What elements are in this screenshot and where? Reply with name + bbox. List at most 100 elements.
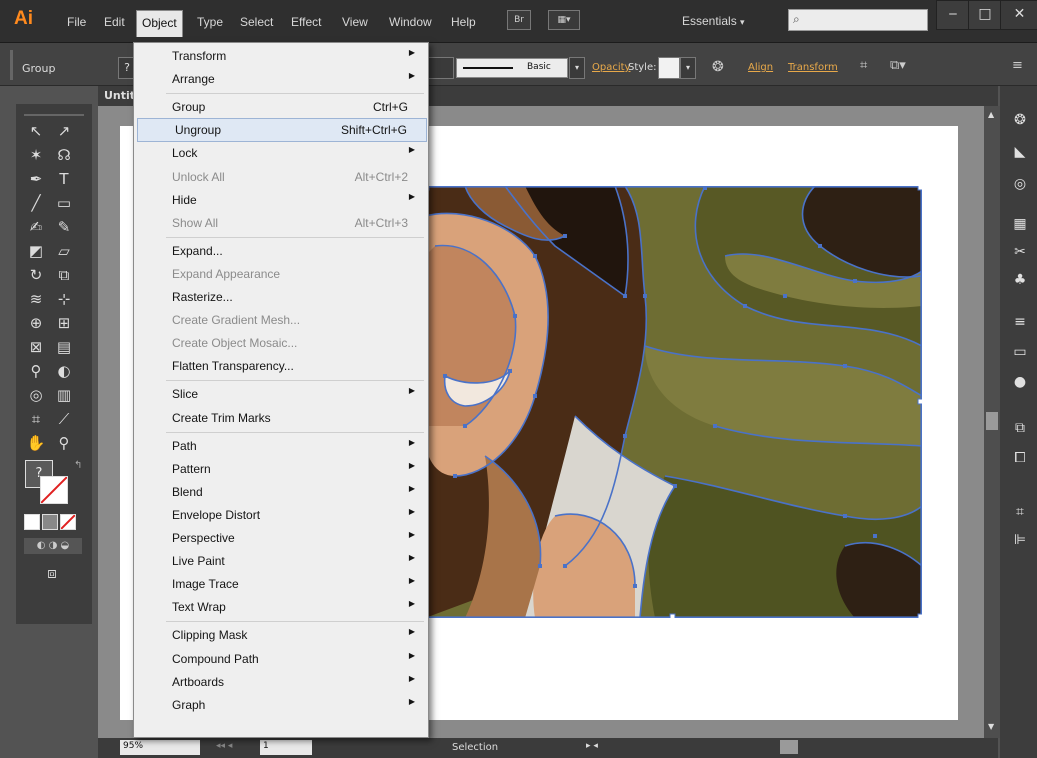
direct-selection-tool-icon[interactable]: ↗ [52,120,76,142]
menu-item-live-paint[interactable]: Live Paint ▶ [135,550,427,572]
menu-item-hide[interactable]: Hide ▶ [135,189,427,211]
align-panel-icon[interactable]: ⊫ [1010,530,1030,550]
menu-item-image-trace[interactable]: Image Trace ▶ [135,573,427,595]
menu-item-create-gradient-mesh[interactable]: Create Gradient Mesh... [135,309,427,331]
select-similar-icon[interactable]: ⧉▾ [890,58,906,73]
color-mode-icon[interactable] [24,514,40,530]
panel-grip[interactable] [10,50,13,80]
menu-item-create-trim-marks[interactable]: Create Trim Marks [135,407,427,429]
maximize-button[interactable]: □ [968,0,1002,30]
menu-select[interactable]: Select [235,13,278,31]
menu-item-expand[interactable]: Expand... [135,240,427,262]
menu-item-flatten-transparency[interactable]: Flatten Transparency... [135,355,427,377]
menu-item-unlock-all[interactable]: Unlock All Alt+Ctrl+2 [135,166,427,188]
scroll-up-icon[interactable]: ▲ [988,110,994,119]
status-text[interactable]: Selection [452,742,498,753]
type-tool-icon[interactable]: T [52,168,76,190]
menu-help[interactable]: Help [446,13,481,31]
shape-builder-tool-icon[interactable]: ⊕ [24,312,48,334]
screen-mode-icon[interactable]: ⧈ [40,562,64,584]
selection-tool-icon[interactable]: ↖ [24,120,48,142]
transform-link[interactable]: Transform [788,62,838,73]
menu-item-compound-path[interactable]: Compound Path ▶ [135,648,427,670]
menu-item-envelope-distort[interactable]: Envelope Distort ▶ [135,504,427,526]
mesh-tool-icon[interactable]: ⊠ [24,336,48,358]
menu-item-perspective[interactable]: Perspective ▶ [135,527,427,549]
stroke-color-box[interactable] [40,476,68,504]
zoom-level-field[interactable]: 95% [120,740,200,755]
artboard-navigation-arrows[interactable]: ◂◂ ◂ [216,741,232,751]
isolate-group-icon[interactable]: ⌗ [860,58,867,73]
pencil-tool-icon[interactable]: ✎ [52,216,76,238]
stroke-panel-icon[interactable]: ≡ [1010,312,1030,332]
swatches-icon[interactable]: ▦ [1010,214,1030,234]
menu-item-group[interactable]: Group Ctrl+G [135,96,427,118]
gradient-swatch-icon[interactable]: ▭ [1010,342,1030,362]
bridge-button[interactable]: Br [507,10,531,30]
scroll-thumb[interactable] [986,412,998,430]
minimize-button[interactable]: ‒ [936,0,970,30]
menu-item-clipping-mask[interactable]: Clipping Mask ▶ [135,624,427,646]
menu-item-show-all[interactable]: Show All Alt+Ctrl+3 [135,212,427,234]
menu-object[interactable]: Object [136,10,183,37]
width-tool-icon[interactable]: ≋ [24,288,48,310]
layers-icon[interactable]: ⧉ [1010,418,1030,438]
menu-item-expand-appearance[interactable]: Expand Appearance [135,263,427,285]
opacity-link[interactable]: Opacity [592,62,630,73]
lasso-tool-icon[interactable]: ☊ [52,144,76,166]
menu-view[interactable]: View [337,13,373,31]
vertical-scrollbar[interactable]: ▲ ▼ [984,106,1000,738]
menu-item-blend[interactable]: Blend ▶ [135,481,427,503]
graphic-style-swatch[interactable] [658,57,680,79]
menu-file[interactable]: File [62,13,91,31]
draw-mode-icon[interactable]: ◐ ◑ ◒ [24,538,82,554]
menu-item-text-wrap[interactable]: Text Wrap ▶ [135,596,427,618]
color-guide-icon[interactable]: ❂ [1010,110,1030,130]
menu-type[interactable]: Type [192,13,228,31]
blob-brush-tool-icon[interactable]: ◩ [24,240,48,262]
artboards-panel-icon[interactable]: ⧠ [1010,448,1030,468]
zoom-tool-icon[interactable]: ⚲ [52,432,76,454]
arrange-documents-button[interactable]: ▦▾ [548,10,580,30]
gradient-mode-icon[interactable] [42,514,58,530]
pen-tool-icon[interactable]: ✒ [24,168,48,190]
none-mode-icon[interactable] [60,514,76,530]
recolor-artwork-icon[interactable]: ❂ [712,59,724,75]
slice-tool-icon[interactable]: ⟋ [52,408,76,430]
status-arrows[interactable]: ▸ ◂ [586,741,598,751]
gradient-tool-icon[interactable]: ▤ [52,336,76,358]
traced-artwork[interactable] [425,186,922,618]
tools-panel-grip[interactable] [24,114,84,116]
menu-effect[interactable]: Effect [286,13,326,31]
menu-item-pattern[interactable]: Pattern ▶ [135,458,427,480]
brushes-icon[interactable]: ✂ [1010,242,1030,262]
panel-menu-icon[interactable]: ≡ [1012,58,1023,73]
menu-item-ungroup[interactable]: Ungroup Shift+Ctrl+G [137,118,427,143]
transparency-icon[interactable]: ◎ [1010,174,1030,194]
close-button[interactable]: ✕ [1000,0,1037,30]
symbol-sprayer-tool-icon[interactable]: ◎ [24,384,48,406]
profile-dropdown-arrow[interactable]: ▾ [569,57,585,79]
menu-item-path[interactable]: Path ▶ [135,435,427,457]
hand-tool-icon[interactable]: ✋ [24,432,48,454]
column-graph-tool-icon[interactable]: ▥ [52,384,76,406]
search-input[interactable]: ⌕ [788,9,928,31]
line-tool-icon[interactable]: ╱ [24,192,48,214]
scale-tool-icon[interactable]: ⧉ [52,264,76,286]
menu-item-slice[interactable]: Slice ▶ [135,383,427,405]
menu-item-lock[interactable]: Lock ▶ [135,142,427,164]
menu-item-transform[interactable]: Transform ▶ [135,45,427,67]
perspective-grid-tool-icon[interactable]: ⊞ [52,312,76,334]
menu-item-artboards[interactable]: Artboards ▶ [135,671,427,693]
stroke-weight-dropdown[interactable] [426,57,454,79]
menu-item-rasterize[interactable]: Rasterize... [135,286,427,308]
menu-item-arrange[interactable]: Arrange ▶ [135,68,427,90]
artboard-number-field[interactable]: 1 [260,740,312,755]
transform-panel-icon[interactable]: ⌗ [1010,502,1030,522]
rotate-tool-icon[interactable]: ↻ [24,264,48,286]
graphic-style-dropdown[interactable]: ▾ [680,57,696,79]
free-transform-tool-icon[interactable]: ⊹ [52,288,76,310]
eraser-tool-icon[interactable]: ▱ [52,240,76,262]
eyedropper-tool-icon[interactable]: ⚲ [24,360,48,382]
gradient-panel-icon[interactable]: ◣ [1010,142,1030,162]
